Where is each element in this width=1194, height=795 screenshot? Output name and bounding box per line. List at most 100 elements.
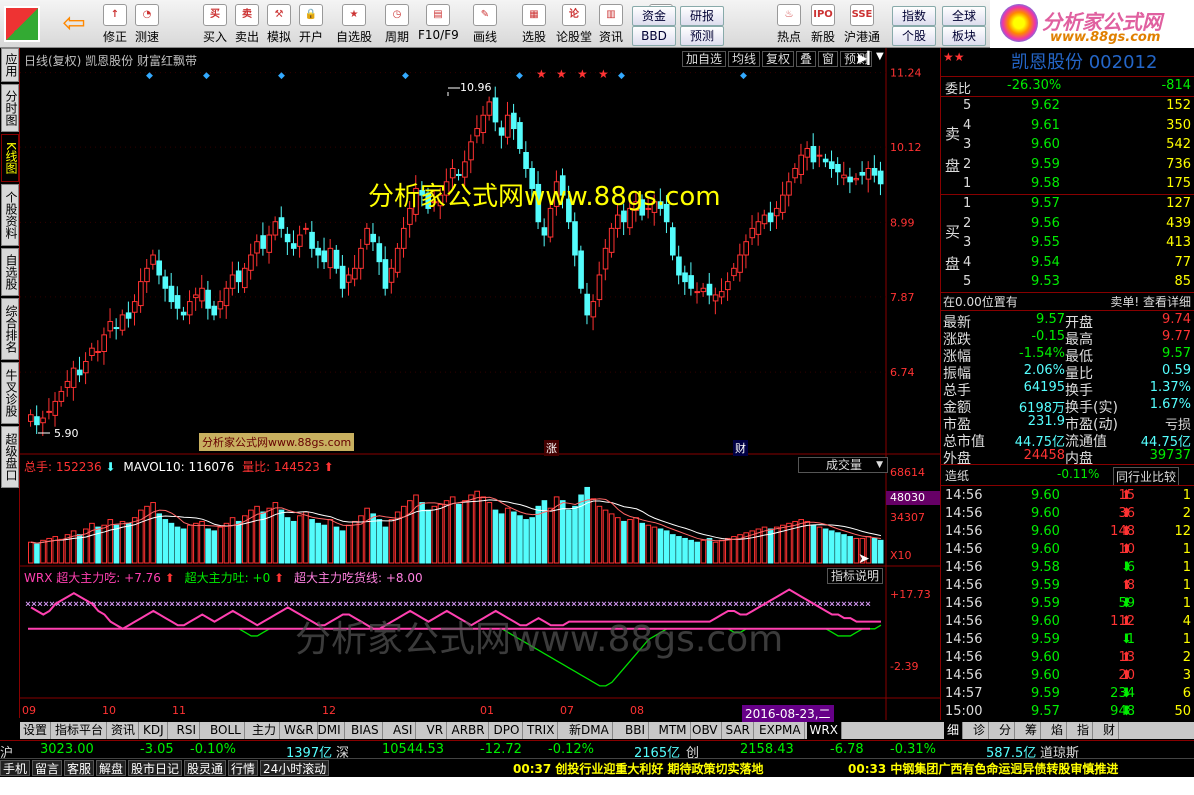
app-icon[interactable] xyxy=(4,6,40,42)
down-arrow-icon: ⬇ xyxy=(105,460,116,474)
mavol-value: 116076 xyxy=(188,460,235,474)
indicator-tab-14[interactable]: TRIX xyxy=(524,722,559,739)
indicator-tab-2[interactable]: 资讯 xyxy=(108,722,140,739)
vol-bar-128 xyxy=(810,524,817,564)
candle-28 xyxy=(199,287,205,302)
indicator-tab-12[interactable]: ARBR xyxy=(449,722,489,739)
sell-row-2-c2: 542 xyxy=(1166,137,1191,152)
toolbar-small-5[interactable]: 全球 xyxy=(942,6,986,26)
toolbar-btn-8[interactable]: ▤ F10/F9 xyxy=(418,2,459,46)
status-btn-5[interactable]: 股灵通 xyxy=(184,760,227,776)
toolbar-btn-7[interactable]: ◷ 周期 xyxy=(380,2,414,46)
buy-row-2-c0: 3 xyxy=(963,235,972,250)
status-btn-1[interactable]: 留言 xyxy=(32,760,63,776)
panel-tab-0[interactable]: 细 xyxy=(944,722,964,739)
buy-row-4-c0: 5 xyxy=(963,274,972,289)
status-btn-6[interactable]: 行情 xyxy=(228,760,259,776)
indicator-tab-5[interactable]: BOLL xyxy=(207,722,245,739)
indicator-tab-3[interactable]: KDJ xyxy=(140,722,168,739)
industry-label[interactable]: 造纸 xyxy=(945,467,969,484)
vol-header: 总手: 152236 ⬇ MAVOL10: 116076 量比: 144523 … xyxy=(24,458,334,475)
indicator-tab-11[interactable]: VR xyxy=(424,722,448,739)
toolbar-small-4[interactable]: 指数 xyxy=(892,6,936,26)
left-tab-2[interactable]: K线图 xyxy=(1,134,19,182)
candle-90 xyxy=(578,250,584,289)
vol-bar-51 xyxy=(339,530,346,564)
toolbar-btn-0[interactable]: ↑ 修正 xyxy=(100,2,130,46)
toolbar-btn-9[interactable]: ✎ 画线 xyxy=(466,2,504,46)
vol-bar-113 xyxy=(718,539,725,564)
indicator-tab-19[interactable]: SAR xyxy=(723,722,754,739)
indicator-tab-15[interactable]: 新DMA xyxy=(566,722,613,739)
toolbar-btn-6[interactable]: ★ 自选股 xyxy=(332,2,376,46)
indicator-tab-8[interactable]: DMI xyxy=(315,722,345,739)
status-btn-4[interactable]: 股市日记 xyxy=(128,760,183,776)
status-btn-3[interactable]: 解盘 xyxy=(96,760,127,776)
indicator-tab-16[interactable]: BBI xyxy=(622,722,650,739)
toolbar-btn-2[interactable]: 买买入 xyxy=(200,2,230,46)
left-tab-7[interactable]: 超级盘口 xyxy=(1,426,19,488)
indicator-tab-18[interactable]: OBV xyxy=(689,722,722,739)
left-tab-3[interactable]: 个股资料 xyxy=(1,184,19,246)
star-icon[interactable]: ★★ xyxy=(943,50,965,64)
index-pct-1: -0.12% xyxy=(548,742,594,757)
toolbar-btn-15[interactable]: IPO 新股 xyxy=(808,2,838,46)
toolbar-small-0[interactable]: 资金 xyxy=(632,6,676,26)
indicator-tab-7[interactable]: W&R xyxy=(281,722,318,739)
toolbar-small-1[interactable]: 研报 xyxy=(680,6,724,26)
toolbar-btn-12[interactable]: ▥ 资讯 xyxy=(596,2,626,46)
panel-tab-6[interactable]: 财 xyxy=(1100,722,1120,739)
vol-bar-26 xyxy=(186,524,193,564)
marker-cai[interactable]: 财 xyxy=(733,440,748,456)
left-tab-0[interactable]: 应用 xyxy=(1,48,19,82)
toolbar-btn-1[interactable]: ◔ 测速 xyxy=(132,2,162,46)
indicator-tab-20[interactable]: EXPMA xyxy=(756,722,805,739)
marker-zhang[interactable]: 涨 xyxy=(544,440,559,456)
indicator-help-button[interactable]: 指标说明 xyxy=(827,568,884,584)
toolbar-btn-14[interactable]: ♨ 热点 xyxy=(774,2,804,46)
indicator-tab-21[interactable]: WRX xyxy=(806,722,842,739)
toolbar-btn-4[interactable]: ⚒ 模拟 xyxy=(264,2,294,46)
left-tab-6[interactable]: 牛叉诊股 xyxy=(1,362,19,424)
industry-compare-button[interactable]: 同行业比较 xyxy=(1113,467,1180,486)
toolbar-small-6[interactable]: 个股 xyxy=(892,26,936,46)
tick-row-9-c4: 2 xyxy=(1182,650,1191,665)
position-right[interactable]: 卖单! 查看详细 xyxy=(1110,293,1191,310)
toolbar-small-3[interactable]: 预测 xyxy=(680,26,724,46)
panel-tab-3[interactable]: 筹 xyxy=(1022,722,1042,739)
indicator-tab-0[interactable]: 设置 xyxy=(20,722,52,739)
indicator-tab-10[interactable]: ASI xyxy=(390,722,417,739)
left-tab-4[interactable]: 自选股 xyxy=(1,248,19,296)
indicator-tab-1[interactable]: 指标平台 xyxy=(52,722,108,739)
toolbar-btn-10[interactable]: ▦ 选股 xyxy=(516,2,552,46)
panel-tab-5[interactable]: 指 xyxy=(1074,722,1094,739)
indicator-tab-4[interactable]: RSI xyxy=(174,722,200,739)
toolbar-btn-5[interactable]: 🔒 开户 xyxy=(296,2,326,46)
toolbar-btn-16[interactable]: SSE 沪港通 xyxy=(842,2,882,46)
toolbar-icon-4: ⚒ xyxy=(267,4,291,26)
toolbar-btn-11[interactable]: 论论股堂 xyxy=(556,2,592,46)
indicator-tab-17[interactable]: MTM xyxy=(656,722,691,739)
toolbar-small-2[interactable]: BBD xyxy=(632,26,676,46)
news-1[interactable]: 00:37 创投行业迎重大利好 期待政策切实落地 xyxy=(513,760,764,777)
toolbar-icon-6: ★ xyxy=(342,4,366,26)
wrx-tick-1: -2.39 xyxy=(890,660,918,673)
status-btn-2[interactable]: 客服 xyxy=(64,760,95,776)
indicator-tab-13[interactable]: DPO xyxy=(491,722,524,739)
vol-dropdown[interactable]: 成交量 ▼ xyxy=(798,457,888,473)
status-btn-7[interactable]: 24小时滚动 xyxy=(260,760,330,776)
vol-bar-46 xyxy=(309,519,315,564)
toolbar-btn-3[interactable]: 卖卖出 xyxy=(232,2,262,46)
back-button[interactable]: ⇦ xyxy=(56,8,92,40)
left-tab-5[interactable]: 综合排名 xyxy=(1,298,19,360)
vol-bar-111 xyxy=(706,537,713,564)
toolbar-small-7[interactable]: 板块 xyxy=(942,26,986,46)
indicator-tab-9[interactable]: BIAS xyxy=(348,722,383,739)
status-btn-0[interactable]: 手机 xyxy=(0,760,31,776)
panel-tab-1[interactable]: 诊 xyxy=(970,722,990,739)
panel-tab-4[interactable]: 焰 xyxy=(1048,722,1068,739)
indicator-tab-6[interactable]: 主力 xyxy=(249,722,281,739)
panel-tab-2[interactable]: 分 xyxy=(996,722,1016,739)
news-2[interactable]: 00:33 中钢集团广西有色命运迥异债转股审慎推进 xyxy=(848,760,1118,777)
left-tab-1[interactable]: 分时图 xyxy=(1,84,19,132)
